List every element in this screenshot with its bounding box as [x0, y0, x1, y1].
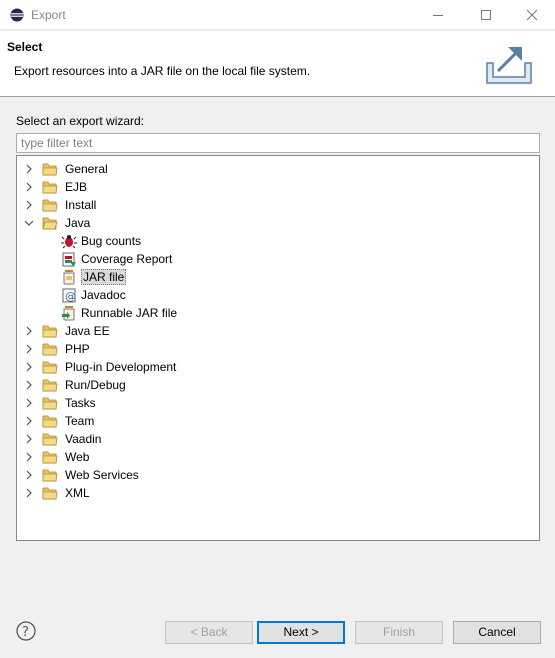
chevron-down-icon[interactable]	[23, 214, 35, 232]
chevron-right-icon[interactable]	[23, 430, 35, 448]
folder-icon	[42, 325, 58, 338]
cancel-button[interactable]: Cancel	[453, 621, 541, 644]
coverage-report-icon	[62, 252, 76, 267]
tree-item-tasks[interactable]: Tasks	[23, 394, 98, 412]
tree-item-label: Javadoc	[81, 288, 126, 302]
finish-button[interactable]: Finish	[355, 621, 443, 644]
bug-counts-icon	[61, 235, 77, 249]
maximize-button[interactable]	[463, 0, 509, 30]
folder-icon	[42, 415, 58, 428]
chevron-right-icon[interactable]	[23, 358, 35, 376]
folder-open-icon	[42, 217, 58, 230]
tree-item-label: PHP	[65, 342, 90, 356]
minimize-button[interactable]	[415, 0, 461, 30]
tree-item-java-ee[interactable]: Java EE	[23, 322, 112, 340]
chevron-right-icon[interactable]	[23, 196, 35, 214]
tree-item-plug-in-development[interactable]: Plug-in Development	[23, 358, 178, 376]
chevron-right-icon[interactable]	[23, 376, 35, 394]
chevron-right-icon[interactable]	[23, 160, 35, 178]
tree-item-label: Vaadin	[65, 432, 102, 446]
chevron-right-icon[interactable]	[23, 412, 35, 430]
close-button[interactable]	[509, 0, 555, 30]
tree-item-label: Install	[65, 198, 97, 212]
tree-item-label: EJB	[65, 180, 88, 194]
svg-text:@: @	[65, 290, 76, 303]
help-icon[interactable]: ?	[16, 621, 36, 641]
tree-item-web-services[interactable]: Web Services	[23, 466, 141, 484]
chevron-right-icon[interactable]	[23, 340, 35, 358]
tree-item-xml[interactable]: XML	[23, 484, 92, 502]
jar-file-icon	[63, 270, 75, 285]
tree-item-label: General	[65, 162, 108, 176]
tree-item-label: Web	[65, 450, 90, 464]
chevron-right-icon[interactable]	[23, 322, 35, 340]
footer-separator	[0, 600, 555, 601]
page-description: Export resources into a JAR file on the …	[14, 64, 311, 78]
tree-item-label: Web Services	[65, 468, 139, 482]
chevron-right-icon[interactable]	[23, 394, 35, 412]
maximize-icon	[481, 10, 491, 20]
tree-item-run-debug[interactable]: Run/Debug	[23, 376, 128, 394]
wizard-header: Select Export resources into a JAR file …	[0, 31, 555, 97]
folder-icon	[42, 469, 58, 482]
folder-icon	[42, 451, 58, 464]
filter-input[interactable]	[16, 133, 540, 153]
runnable-jar-icon	[62, 306, 75, 321]
tree-item-general[interactable]: General	[23, 160, 110, 178]
export-wizard-label: Select an export wizard:	[16, 114, 145, 128]
page-title: Select	[7, 40, 43, 54]
chevron-right-icon[interactable]	[23, 484, 35, 502]
tree-item-label: JAR file	[81, 269, 127, 285]
tree-item-runnable-jar-file[interactable]: Runnable JAR file	[61, 304, 177, 322]
folder-icon	[42, 199, 58, 212]
tree-item-label: Team	[65, 414, 95, 428]
folder-icon	[42, 181, 58, 194]
tree-item-label: Run/Debug	[65, 378, 126, 392]
folder-icon	[42, 343, 58, 356]
tree-item-install[interactable]: Install	[23, 196, 98, 214]
close-icon	[527, 10, 537, 20]
chevron-right-icon[interactable]	[23, 466, 35, 484]
folder-icon	[42, 397, 58, 410]
tree-item-label: Java	[65, 216, 91, 230]
folder-icon	[42, 163, 58, 176]
tree-item-label: Runnable JAR file	[81, 306, 178, 320]
chevron-right-icon[interactable]	[23, 448, 35, 466]
chevron-right-icon[interactable]	[23, 178, 35, 196]
minimize-icon	[433, 15, 443, 16]
tree-item-label: Bug counts	[81, 234, 142, 248]
folder-icon	[42, 379, 58, 392]
next-button[interactable]: Next >	[257, 621, 345, 644]
svg-text:?: ?	[22, 625, 29, 640]
folder-icon	[42, 361, 58, 374]
tree-item-coverage-report[interactable]: Coverage Report	[61, 250, 172, 268]
tree-item-javadoc[interactable]: @ Javadoc	[61, 286, 126, 304]
title-bar: Export	[0, 0, 555, 30]
back-button[interactable]: < Back	[165, 621, 253, 644]
tree-item-label: XML	[65, 486, 90, 500]
tree-item-team[interactable]: Team	[23, 412, 96, 430]
folder-icon	[42, 433, 58, 446]
tree-item-php[interactable]: PHP	[23, 340, 92, 358]
tree-item-ejb[interactable]: EJB	[23, 178, 89, 196]
folder-icon	[42, 487, 58, 500]
export-banner-icon	[486, 47, 532, 84]
eclipse-icon	[10, 8, 24, 22]
tree-item-label: Java EE	[65, 324, 110, 338]
tree-item-java[interactable]: Java	[23, 214, 92, 232]
javadoc-icon: @	[62, 288, 76, 303]
tree-item-jar-file[interactable]: JAR file	[61, 268, 127, 286]
tree-item-label: Plug-in Development	[65, 360, 177, 374]
tree-item-bug-counts[interactable]: Bug counts	[61, 232, 141, 250]
tree-item-vaadin[interactable]: Vaadin	[23, 430, 103, 448]
wizard-tree[interactable]: General EJB Install Java Bug counts Cove…	[16, 155, 540, 541]
tree-item-web[interactable]: Web	[23, 448, 91, 466]
tree-item-label: Coverage Report	[81, 252, 173, 266]
tree-item-label: Tasks	[65, 396, 96, 410]
window-title: Export	[31, 8, 66, 22]
